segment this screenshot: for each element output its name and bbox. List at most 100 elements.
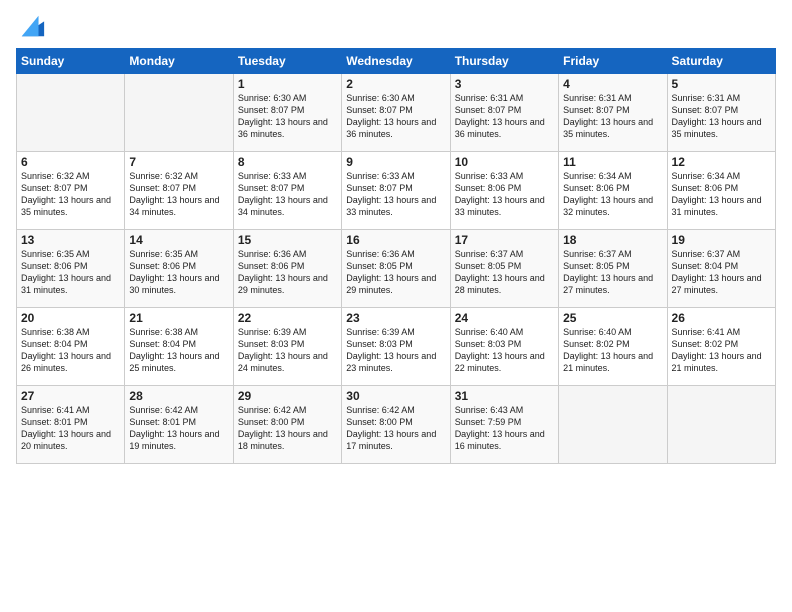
day-number: 1 [238,77,337,91]
day-info: Sunrise: 6:33 AM Sunset: 8:06 PM Dayligh… [455,170,554,219]
weekday-header: Tuesday [233,49,341,74]
day-number: 17 [455,233,554,247]
day-number: 12 [672,155,771,169]
day-number: 14 [129,233,228,247]
calendar-cell: 29Sunrise: 6:42 AM Sunset: 8:00 PM Dayli… [233,386,341,464]
calendar-week-row: 13Sunrise: 6:35 AM Sunset: 8:06 PM Dayli… [17,230,776,308]
day-info: Sunrise: 6:31 AM Sunset: 8:07 PM Dayligh… [455,92,554,141]
day-number: 24 [455,311,554,325]
logo [16,12,46,40]
calendar-week-row: 1Sunrise: 6:30 AM Sunset: 8:07 PM Daylig… [17,74,776,152]
day-info: Sunrise: 6:38 AM Sunset: 8:04 PM Dayligh… [21,326,120,375]
calendar-cell: 15Sunrise: 6:36 AM Sunset: 8:06 PM Dayli… [233,230,341,308]
calendar-cell: 24Sunrise: 6:40 AM Sunset: 8:03 PM Dayli… [450,308,558,386]
day-number: 15 [238,233,337,247]
day-info: Sunrise: 6:34 AM Sunset: 8:06 PM Dayligh… [672,170,771,219]
day-number: 26 [672,311,771,325]
weekday-header: Saturday [667,49,775,74]
calendar-page: SundayMondayTuesdayWednesdayThursdayFrid… [0,0,792,612]
calendar-cell: 19Sunrise: 6:37 AM Sunset: 8:04 PM Dayli… [667,230,775,308]
day-number: 8 [238,155,337,169]
day-number: 25 [563,311,662,325]
day-number: 9 [346,155,445,169]
day-number: 20 [21,311,120,325]
calendar-cell: 8Sunrise: 6:33 AM Sunset: 8:07 PM Daylig… [233,152,341,230]
calendar-cell: 31Sunrise: 6:43 AM Sunset: 7:59 PM Dayli… [450,386,558,464]
calendar-cell: 28Sunrise: 6:42 AM Sunset: 8:01 PM Dayli… [125,386,233,464]
day-info: Sunrise: 6:35 AM Sunset: 8:06 PM Dayligh… [21,248,120,297]
day-number: 18 [563,233,662,247]
day-number: 22 [238,311,337,325]
calendar-cell: 7Sunrise: 6:32 AM Sunset: 8:07 PM Daylig… [125,152,233,230]
day-number: 16 [346,233,445,247]
day-info: Sunrise: 6:30 AM Sunset: 8:07 PM Dayligh… [238,92,337,141]
day-info: Sunrise: 6:40 AM Sunset: 8:02 PM Dayligh… [563,326,662,375]
day-number: 4 [563,77,662,91]
day-info: Sunrise: 6:41 AM Sunset: 8:02 PM Dayligh… [672,326,771,375]
day-info: Sunrise: 6:39 AM Sunset: 8:03 PM Dayligh… [346,326,445,375]
weekday-header: Wednesday [342,49,450,74]
calendar-cell [559,386,667,464]
calendar-cell: 4Sunrise: 6:31 AM Sunset: 8:07 PM Daylig… [559,74,667,152]
calendar-cell: 21Sunrise: 6:38 AM Sunset: 8:04 PM Dayli… [125,308,233,386]
calendar-cell: 18Sunrise: 6:37 AM Sunset: 8:05 PM Dayli… [559,230,667,308]
calendar-cell: 12Sunrise: 6:34 AM Sunset: 8:06 PM Dayli… [667,152,775,230]
weekday-header: Thursday [450,49,558,74]
calendar-cell: 6Sunrise: 6:32 AM Sunset: 8:07 PM Daylig… [17,152,125,230]
day-info: Sunrise: 6:34 AM Sunset: 8:06 PM Dayligh… [563,170,662,219]
day-info: Sunrise: 6:32 AM Sunset: 8:07 PM Dayligh… [129,170,228,219]
day-info: Sunrise: 6:43 AM Sunset: 7:59 PM Dayligh… [455,404,554,453]
calendar-table: SundayMondayTuesdayWednesdayThursdayFrid… [16,48,776,464]
day-info: Sunrise: 6:37 AM Sunset: 8:05 PM Dayligh… [563,248,662,297]
day-number: 23 [346,311,445,325]
calendar-cell: 3Sunrise: 6:31 AM Sunset: 8:07 PM Daylig… [450,74,558,152]
weekday-header-row: SundayMondayTuesdayWednesdayThursdayFrid… [17,49,776,74]
weekday-header: Friday [559,49,667,74]
calendar-cell: 27Sunrise: 6:41 AM Sunset: 8:01 PM Dayli… [17,386,125,464]
day-info: Sunrise: 6:35 AM Sunset: 8:06 PM Dayligh… [129,248,228,297]
day-info: Sunrise: 6:42 AM Sunset: 8:00 PM Dayligh… [346,404,445,453]
day-number: 30 [346,389,445,403]
calendar-cell: 17Sunrise: 6:37 AM Sunset: 8:05 PM Dayli… [450,230,558,308]
calendar-cell: 26Sunrise: 6:41 AM Sunset: 8:02 PM Dayli… [667,308,775,386]
calendar-cell [17,74,125,152]
day-number: 11 [563,155,662,169]
logo-icon [18,12,46,40]
calendar-cell: 23Sunrise: 6:39 AM Sunset: 8:03 PM Dayli… [342,308,450,386]
day-number: 19 [672,233,771,247]
calendar-week-row: 27Sunrise: 6:41 AM Sunset: 8:01 PM Dayli… [17,386,776,464]
day-info: Sunrise: 6:42 AM Sunset: 8:00 PM Dayligh… [238,404,337,453]
day-number: 6 [21,155,120,169]
calendar-week-row: 6Sunrise: 6:32 AM Sunset: 8:07 PM Daylig… [17,152,776,230]
calendar-cell: 13Sunrise: 6:35 AM Sunset: 8:06 PM Dayli… [17,230,125,308]
calendar-cell: 9Sunrise: 6:33 AM Sunset: 8:07 PM Daylig… [342,152,450,230]
calendar-cell: 10Sunrise: 6:33 AM Sunset: 8:06 PM Dayli… [450,152,558,230]
calendar-cell: 16Sunrise: 6:36 AM Sunset: 8:05 PM Dayli… [342,230,450,308]
calendar-week-row: 20Sunrise: 6:38 AM Sunset: 8:04 PM Dayli… [17,308,776,386]
calendar-cell: 1Sunrise: 6:30 AM Sunset: 8:07 PM Daylig… [233,74,341,152]
day-info: Sunrise: 6:36 AM Sunset: 8:05 PM Dayligh… [346,248,445,297]
weekday-header: Monday [125,49,233,74]
day-number: 27 [21,389,120,403]
day-info: Sunrise: 6:41 AM Sunset: 8:01 PM Dayligh… [21,404,120,453]
calendar-cell: 5Sunrise: 6:31 AM Sunset: 8:07 PM Daylig… [667,74,775,152]
day-number: 2 [346,77,445,91]
day-number: 7 [129,155,228,169]
calendar-cell: 22Sunrise: 6:39 AM Sunset: 8:03 PM Dayli… [233,308,341,386]
calendar-cell: 25Sunrise: 6:40 AM Sunset: 8:02 PM Dayli… [559,308,667,386]
day-info: Sunrise: 6:31 AM Sunset: 8:07 PM Dayligh… [672,92,771,141]
day-info: Sunrise: 6:33 AM Sunset: 8:07 PM Dayligh… [238,170,337,219]
header [16,12,776,40]
day-info: Sunrise: 6:32 AM Sunset: 8:07 PM Dayligh… [21,170,120,219]
day-number: 29 [238,389,337,403]
calendar-cell [125,74,233,152]
day-info: Sunrise: 6:38 AM Sunset: 8:04 PM Dayligh… [129,326,228,375]
day-number: 10 [455,155,554,169]
calendar-cell: 2Sunrise: 6:30 AM Sunset: 8:07 PM Daylig… [342,74,450,152]
day-info: Sunrise: 6:30 AM Sunset: 8:07 PM Dayligh… [346,92,445,141]
day-info: Sunrise: 6:37 AM Sunset: 8:05 PM Dayligh… [455,248,554,297]
day-number: 5 [672,77,771,91]
day-info: Sunrise: 6:39 AM Sunset: 8:03 PM Dayligh… [238,326,337,375]
day-number: 3 [455,77,554,91]
day-number: 21 [129,311,228,325]
